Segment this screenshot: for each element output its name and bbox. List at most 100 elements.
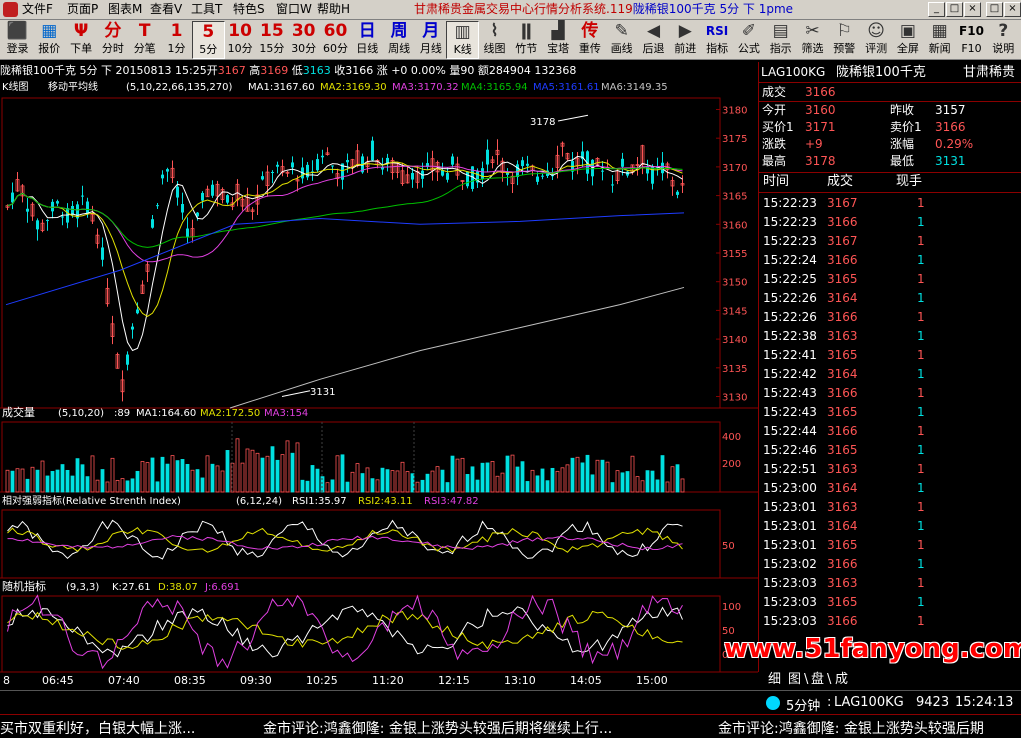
ma-value-5: MA5:3161.61 (533, 82, 600, 93)
toolbar-button-0[interactable]: ⬛ 登录 (1, 21, 34, 59)
menu-file[interactable]: 文件F (22, 2, 53, 17)
toolbar-button-28[interactable]: ▣ 全屏 (891, 21, 924, 59)
toolbar-button-10[interactable]: 60 60分 (319, 21, 352, 59)
menu-window[interactable]: 窗口W (276, 2, 312, 17)
trade-row[interactable]: 15:22:24 3166 1 (759, 251, 1021, 270)
trade-time: 15:22:46 (763, 443, 817, 457)
toolbar-button-6[interactable]: 5 5分 (191, 21, 225, 59)
trade-row[interactable]: 15:22:43 3165 1 (759, 403, 1021, 422)
restore-child-button[interactable]: □ (986, 2, 1003, 17)
trade-row[interactable]: 15:22:41 3165 1 (759, 346, 1021, 365)
toolbar-button-27[interactable]: ☺ 评测 (860, 21, 893, 59)
toolbar-button-22[interactable]: RSI 指标 (701, 21, 734, 59)
minimize-button[interactable]: _ (928, 2, 945, 17)
toolbar-button-15[interactable]: ⌇ 线图 (478, 21, 511, 59)
trade-row[interactable]: 15:22:38 3163 1 (759, 327, 1021, 346)
trade-row[interactable]: 15:23:01 3165 1 (759, 536, 1021, 555)
toolbar-button-4[interactable]: T 分笔 (128, 21, 161, 59)
toolbar-button-30[interactable]: F10 F10 (955, 21, 988, 59)
quote-panel: LAG100KG 陇稀银100千克 甘肃稀贵 成交 3166 今开 3160 昨收 3… (758, 62, 1021, 690)
quote-v2-0: 3157 (935, 103, 966, 117)
tab-detail[interactable]: 细 (768, 672, 781, 688)
toolbar-button-2[interactable]: Ψ 下单 (65, 21, 98, 59)
volume-bar (515, 466, 520, 493)
trade-row[interactable]: 15:22:46 3165 1 (759, 441, 1021, 460)
toolbar-button-18[interactable]: 传重传 (573, 21, 606, 59)
trade-row[interactable]: 15:22:25 3165 1 (759, 270, 1021, 289)
toolbar-button-11[interactable]: 日日线 (351, 21, 384, 59)
toolbar-button-31[interactable]: ? 说明 (987, 21, 1020, 59)
menu-tools[interactable]: 工具T (191, 2, 222, 17)
volume-bar (40, 460, 45, 493)
trade-row[interactable]: 15:23:00 3164 1 (759, 479, 1021, 498)
trade-row[interactable]: 15:23:03 3166 1 (759, 612, 1021, 631)
toolbar-button-17[interactable]: ▟ 宝塔 (542, 21, 575, 59)
close-button[interactable]: × (964, 2, 981, 17)
toolbar-button-23[interactable]: ✐ 公式 (732, 21, 765, 59)
ticker-item-3[interactable]: 金市评论:鸿鑫御隆: 金银上涨势头较强后期 (718, 718, 984, 738)
toolbar-button-16[interactable]: ǁ 竹节 (510, 21, 543, 59)
trade-row[interactable]: 15:22:26 3166 1 (759, 308, 1021, 327)
toolbar-button-25[interactable]: ✂ 筛选 (796, 21, 829, 59)
trade-row[interactable]: 15:23:02 3166 1 (759, 555, 1021, 574)
close-child-button[interactable]: × (1004, 2, 1021, 17)
trade-row[interactable]: 15:22:42 3164 1 (759, 365, 1021, 384)
menu-page[interactable]: 页面P (67, 2, 98, 17)
trade-row[interactable]: 15:22:23 3166 1 (759, 213, 1021, 232)
menu-features[interactable]: 特色S (233, 2, 265, 17)
toolbar-button-29[interactable]: ▦ 新闻 (923, 21, 956, 59)
toolbar-button-9[interactable]: 30 30分 (287, 21, 320, 59)
toolbar-button-12[interactable]: 周周线 (383, 21, 416, 59)
toolbar-button-14[interactable]: ▥ K线 (446, 21, 480, 59)
toolbar-button-8[interactable]: 15 15分 (255, 21, 288, 59)
trade-volume: 1 (917, 386, 925, 400)
draw-icon: ✎ (614, 21, 629, 41)
toolbar-button-7[interactable]: 10 10分 (224, 21, 257, 59)
kdj-d-line (7, 610, 683, 650)
toolbar-button-3[interactable]: 分分时 (96, 21, 129, 59)
news-ticker[interactable]: 买市双重利好，白银大幅上涨... 金市评论:鸿鑫御隆: 金银上涨势头较强后期将继… (0, 714, 1021, 738)
trade-row[interactable]: 15:22:23 3167 1 (759, 232, 1021, 251)
trade-volume: 1 (917, 367, 925, 381)
menu-chart[interactable]: 图表M (108, 2, 142, 17)
volume-bar (195, 469, 200, 493)
volume-bar (535, 475, 540, 493)
toolbar-label: 筛选 (801, 42, 824, 55)
toolbar-button-20[interactable]: ◀ 后退 (637, 21, 670, 59)
trade-time: 15:22:38 (763, 329, 817, 343)
trade-time: 15:23:03 (763, 595, 817, 609)
toolbar-button-21[interactable]: ▶ 前进 (669, 21, 702, 59)
maximize-button[interactable]: □ (946, 2, 963, 17)
toolbar-button-1[interactable]: ▦ 报价 (33, 21, 66, 59)
tab-market[interactable]: 盘 (811, 672, 824, 688)
trade-time: 15:22:24 (763, 253, 817, 267)
volume-bar (600, 459, 605, 493)
toolbar-button-24[interactable]: ▤ 指示 (764, 21, 797, 59)
trade-row[interactable]: 15:22:23 3167 1 (759, 194, 1021, 213)
trade-row[interactable]: 15:22:26 3164 1 (759, 289, 1021, 308)
tab-trades[interactable]: 成 (835, 672, 848, 688)
trade-row[interactable]: 15:23:03 3163 1 (759, 574, 1021, 593)
trade-row[interactable]: 15:22:43 3166 1 (759, 384, 1021, 403)
menu-view[interactable]: 查看V (150, 2, 182, 17)
volume-bar (55, 469, 60, 493)
trade-row[interactable]: 15:23:01 3163 1 (759, 498, 1021, 517)
toolbar-button-26[interactable]: ⚐ 预警 (828, 21, 861, 59)
tab-chart[interactable]: 图 (788, 672, 801, 688)
trade-row[interactable]: 15:22:44 3166 1 (759, 422, 1021, 441)
kdj-frame (1, 595, 721, 673)
toolbar-button-5[interactable]: 1 1分 (160, 21, 193, 59)
trade-row[interactable]: 15:23:03 3165 1 (759, 593, 1021, 612)
toolbar-button-13[interactable]: 月月线 (414, 21, 447, 59)
menu-help[interactable]: 帮助H (317, 2, 350, 17)
trade-row[interactable]: 15:22:51 3163 1 (759, 460, 1021, 479)
ticker-item-1[interactable]: 买市双重利好，白银大幅上涨... (0, 718, 195, 738)
chart-area[interactable]: K线图 移动平均线 (5,10,22,66,135,270) MA1:3167.60 M… (0, 78, 758, 688)
volume-bar (380, 467, 385, 493)
volume-bar (620, 472, 625, 493)
volume-bar (260, 457, 265, 493)
toolbar-button-19[interactable]: ✎ 画线 (605, 21, 638, 59)
trade-row[interactable]: 15:23:01 3164 1 (759, 517, 1021, 536)
ticker-item-2[interactable]: 金市评论:鸿鑫御隆: 金银上涨势头较强后期将继续上行... (263, 718, 612, 738)
volume-bar (510, 454, 515, 493)
